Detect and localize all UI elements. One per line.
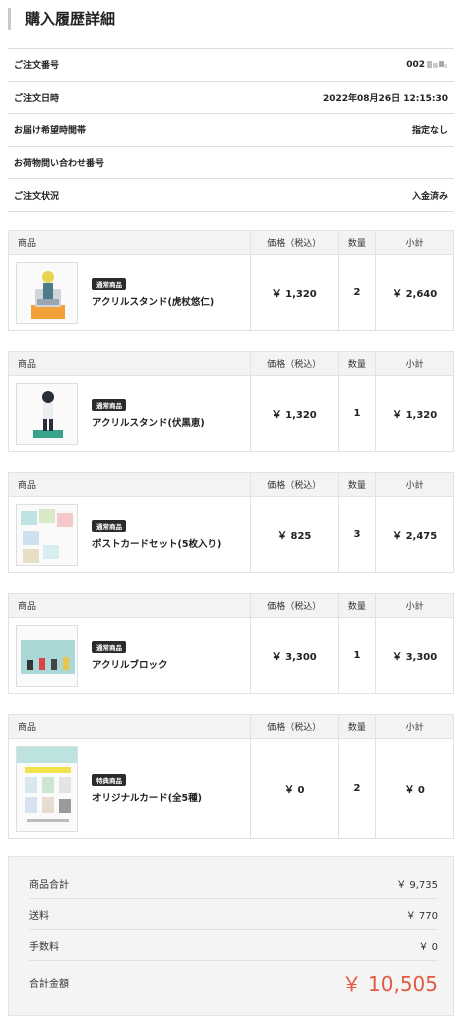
product-name[interactable]: アクリルスタンド(伏黒恵) [92, 415, 205, 429]
item-subtotal: ￥ 0 [375, 739, 453, 838]
order-info-table: ご注文番号 002 ご注文日時 2022年08月26日 12:15:30 お届け… [8, 48, 454, 212]
column-qty: 数量 [337, 231, 376, 254]
order-item-block: 商品 価格（税込） 数量 小計 通常商品 アクリルスタンド(伏黒恵) ￥ 1,3… [8, 351, 454, 452]
product-name[interactable]: アクリルブロック [92, 657, 168, 671]
column-qty: 数量 [337, 352, 376, 375]
item-qty: 2 [337, 739, 376, 838]
postcard-set-thumbnail[interactable] [16, 503, 78, 566]
product-name[interactable]: ポストカードセット(5枚入り) [92, 536, 221, 550]
order-number-row: ご注文番号 002 [8, 49, 454, 82]
item-subtotal: ￥ 2,475 [375, 497, 453, 572]
fee-row: 手数料 ￥ 0 [29, 930, 438, 961]
order-date-row: ご注文日時 2022年08月26日 12:15:30 [8, 82, 454, 115]
grand-total-label: 合計金額 [29, 978, 69, 990]
item-price: ￥ 825 [249, 497, 338, 572]
items-total-value: ￥ 9,735 [396, 879, 438, 891]
acrylic-stand-thumbnail[interactable] [16, 261, 78, 324]
order-item-header: 商品 価格（税込） 数量 小計 [9, 473, 453, 497]
column-subtotal: 小計 [375, 231, 453, 254]
column-price: 価格（税込） [249, 473, 338, 496]
tracking-number-label: お荷物問い合わせ番号 [14, 159, 105, 170]
order-date-label: ご注文日時 [14, 93, 60, 104]
column-product: 商品 [18, 481, 37, 491]
column-price: 価格（税込） [249, 594, 338, 617]
item-qty: 2 [337, 255, 376, 330]
order-status-label: ご注文状況 [14, 191, 60, 202]
column-product: 商品 [18, 602, 37, 612]
order-item-header: 商品 価格（税込） 数量 小計 [9, 352, 453, 376]
order-status-value: 入金済み [411, 191, 448, 202]
item-subtotal: ￥ 2,640 [375, 255, 453, 330]
order-item-row: 通常商品 アクリルブロック ￥ 3,300 1 ￥ 3,300 [9, 618, 453, 693]
item-subtotal: ￥ 1,320 [375, 376, 453, 451]
item-price: ￥ 0 [249, 739, 338, 838]
fee-value: ￥ 0 [418, 941, 438, 953]
product-type-badge: 通常商品 [92, 640, 126, 653]
item-price: ￥ 3,300 [249, 618, 338, 693]
masked-number-icon [427, 60, 447, 68]
product-type-badge: 通常商品 [92, 519, 126, 532]
shipping-label: 送料 [29, 910, 49, 922]
column-product: 商品 [18, 360, 37, 370]
items-total-row: 商品合計 ￥ 9,735 [29, 868, 438, 899]
order-item-header: 商品 価格（税込） 数量 小計 [9, 715, 453, 739]
order-date-value: 2022年08月26日 12:15:30 [322, 93, 448, 104]
order-status-row: ご注文状況 入金済み [8, 179, 454, 212]
order-item-block: 商品 価格（税込） 数量 小計 特典商品 オリジナルカード(全5種) ￥ 0 2… [8, 714, 454, 839]
order-item-row: 通常商品 アクリルスタンド(伏黒恵) ￥ 1,320 1 ￥ 1,320 [9, 376, 453, 451]
order-number-label: ご注文番号 [14, 61, 60, 72]
column-price: 価格（税込） [249, 231, 338, 254]
grand-total-value: ￥ 10,505 [341, 971, 438, 996]
item-subtotal: ￥ 3,300 [375, 618, 453, 693]
product-type-badge: 通常商品 [92, 398, 126, 411]
grand-total-row: 合計金額 ￥ 10,505 [29, 961, 438, 1003]
item-price: ￥ 1,320 [249, 376, 338, 451]
acrylic-stand-thumbnail[interactable] [16, 382, 78, 445]
order-item-block: 商品 価格（税込） 数量 小計 通常商品 アクリルスタンド(虎杖悠仁) ￥ 1,… [8, 230, 454, 331]
delivery-time-value: 指定なし [411, 126, 448, 137]
order-item-block: 商品 価格（税込） 数量 小計 通常商品 ポストカードセット(5枚入り) ￥ 8 [8, 472, 454, 573]
order-number-value: 002 [406, 60, 448, 70]
column-product: 商品 [18, 239, 37, 249]
order-item-header: 商品 価格（税込） 数量 小計 [9, 231, 453, 255]
column-qty: 数量 [337, 594, 376, 617]
column-subtotal: 小計 [375, 715, 453, 738]
column-qty: 数量 [337, 715, 376, 738]
order-item-block: 商品 価格（税込） 数量 小計 通常商品 アクリルブロック ￥ 3,300 1 … [8, 593, 454, 694]
column-price: 価格（税込） [249, 352, 338, 375]
item-qty: 3 [337, 497, 376, 572]
items-total-label: 商品合計 [29, 879, 69, 891]
product-name[interactable]: アクリルスタンド(虎杖悠仁) [92, 294, 214, 308]
shipping-row: 送料 ￥ 770 [29, 899, 438, 930]
page-title: 購入履歴詳細 [8, 8, 115, 30]
order-summary: 商品合計 ￥ 9,735 送料 ￥ 770 手数料 ￥ 0 合計金額 ￥ 10,… [8, 856, 454, 1016]
order-item-row: 通常商品 ポストカードセット(5枚入り) ￥ 825 3 ￥ 2,475 [9, 497, 453, 572]
product-name[interactable]: オリジナルカード(全5種) [92, 790, 202, 804]
delivery-time-label: お届け希望時間帯 [14, 126, 87, 137]
column-subtotal: 小計 [375, 352, 453, 375]
tracking-number-row: お荷物問い合わせ番号 [8, 147, 454, 180]
acrylic-block-thumbnail[interactable] [16, 624, 78, 687]
original-card-thumbnail[interactable] [16, 745, 78, 832]
order-item-row: 通常商品 アクリルスタンド(虎杖悠仁) ￥ 1,320 2 ￥ 2,640 [9, 255, 453, 330]
column-price: 価格（税込） [249, 715, 338, 738]
order-item-header: 商品 価格（税込） 数量 小計 [9, 594, 453, 618]
shipping-value: ￥ 770 [405, 910, 438, 922]
delivery-time-row: お届け希望時間帯 指定なし [8, 114, 454, 147]
column-subtotal: 小計 [375, 473, 453, 496]
product-type-badge: 特典商品 [92, 773, 126, 786]
column-qty: 数量 [337, 473, 376, 496]
column-product: 商品 [18, 723, 37, 733]
fee-label: 手数料 [29, 941, 59, 953]
item-price: ￥ 1,320 [249, 255, 338, 330]
item-qty: 1 [337, 618, 376, 693]
column-subtotal: 小計 [375, 594, 453, 617]
order-item-row: 特典商品 オリジナルカード(全5種) ￥ 0 2 ￥ 0 [9, 739, 453, 838]
product-type-badge: 通常商品 [92, 277, 126, 290]
item-qty: 1 [337, 376, 376, 451]
